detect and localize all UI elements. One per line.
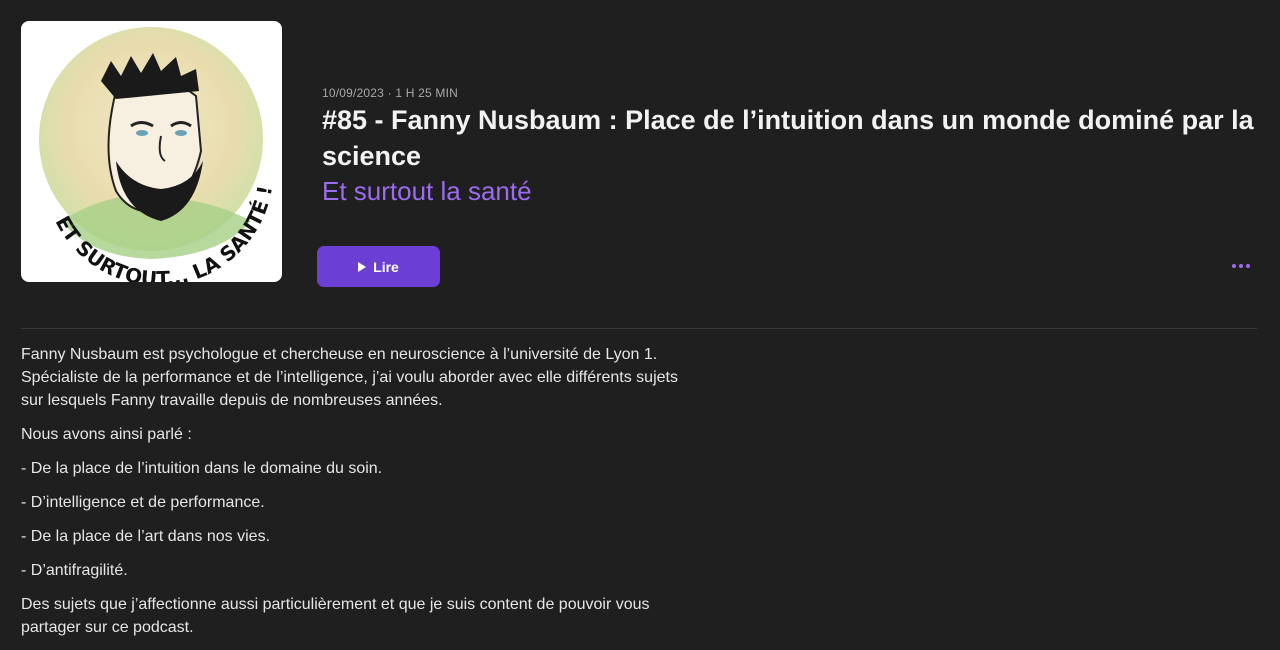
episode-description: Fanny Nusbaum est psychologue et cherche… — [21, 343, 691, 650]
show-name-link[interactable]: Et surtout la santé — [322, 174, 532, 208]
play-button-label: Lire — [373, 258, 399, 275]
play-button[interactable]: Lire — [317, 246, 440, 287]
ellipsis-icon — [1232, 264, 1236, 268]
description-list-item: - De la place de l’art dans nos vies. — [21, 528, 271, 545]
description-paragraph: Nous avons ainsi parlé : — [21, 426, 192, 443]
description-paragraph: Des sujets que j’affectionne aussi parti… — [21, 596, 650, 636]
description-list-item: - D’intelligence et de performance. — [21, 494, 265, 511]
artwork-illustration: ET SURTOUT... LA SANTÉ ! — [39, 27, 277, 282]
description-paragraph: Fanny Nusbaum est psychologue et cherche… — [21, 346, 678, 409]
play-icon — [358, 261, 367, 272]
episode-title: #85 - Fanny Nusbaum : Place de l’intuiti… — [322, 105, 1254, 171]
episode-meta: 10/09/2023 · 1 H 25 MIN — [322, 86, 459, 100]
description-list-item: - De la place de l’intuition dans le dom… — [21, 460, 383, 477]
podcast-artwork: ET SURTOUT... LA SANTÉ ! — [21, 21, 282, 282]
divider — [21, 328, 1257, 329]
ellipsis-icon-dot — [1246, 264, 1250, 268]
more-options-button[interactable] — [1228, 256, 1254, 276]
ellipsis-icon-dot — [1239, 264, 1243, 268]
description-list-item: - D’antifragilité. — [21, 562, 128, 579]
